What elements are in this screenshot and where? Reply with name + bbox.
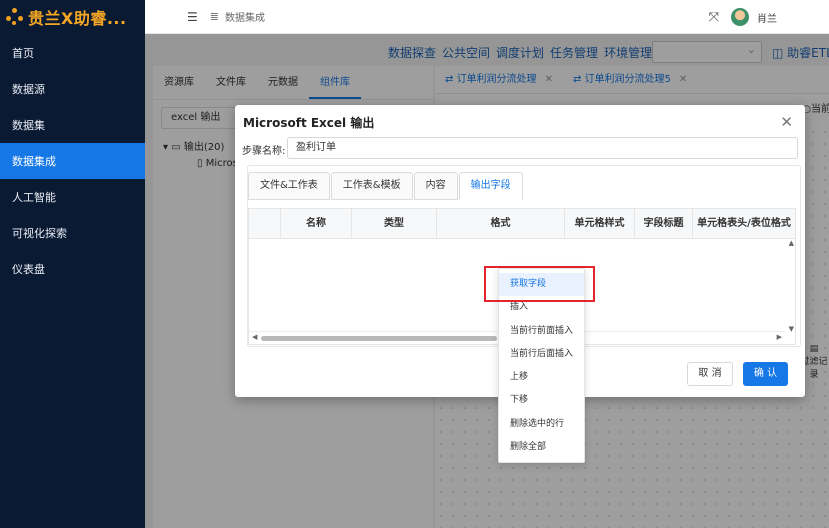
sidebar-item-visual-explore[interactable]: 可视化探索 bbox=[0, 215, 145, 251]
menu-delete-selected[interactable]: 删除选中的行 bbox=[499, 413, 584, 436]
username[interactable]: 肖兰 bbox=[757, 10, 777, 25]
logo-icon bbox=[6, 8, 24, 26]
avatar[interactable] bbox=[731, 8, 749, 26]
cancel-button[interactable]: 取 消 bbox=[687, 362, 733, 386]
col-type[interactable]: 类型 bbox=[352, 209, 437, 238]
menu-insert-before[interactable]: 当前行前面插入 bbox=[499, 320, 584, 343]
highlight-box bbox=[484, 266, 595, 302]
close-icon[interactable]: ✕ bbox=[780, 113, 793, 131]
sidebar: 贵兰X助睿... 首页 数据源 数据集 数据集成 人工智能 可视化探索 仪表盘 bbox=[0, 0, 145, 528]
menu-move-down[interactable]: 下移 bbox=[499, 389, 584, 412]
scroll-left-icon[interactable]: ◀ bbox=[252, 333, 257, 341]
app-title: 贵兰X助睿... bbox=[28, 9, 127, 28]
tab-sheet-template[interactable]: 工作表&模板 bbox=[330, 172, 413, 200]
vertical-scrollbar[interactable]: ▲ ▼ bbox=[785, 239, 795, 333]
sidebar-item-ai[interactable]: 人工智能 bbox=[0, 179, 145, 215]
tab-output-fields[interactable]: 输出字段 bbox=[458, 172, 523, 200]
scroll-up-icon[interactable]: ▲ bbox=[789, 239, 794, 247]
sidebar-item-dataset[interactable]: 数据集 bbox=[0, 107, 145, 143]
col-name[interactable]: 名称 bbox=[281, 209, 352, 238]
col-cell-style[interactable]: 单元格样式 bbox=[565, 209, 635, 238]
app-logo[interactable]: 贵兰X助睿... bbox=[0, 0, 145, 34]
sidebar-item-home[interactable]: 首页 bbox=[0, 35, 145, 71]
confirm-button[interactable]: 确 认 bbox=[743, 362, 788, 386]
scroll-right-icon[interactable]: ▶ bbox=[777, 333, 782, 341]
step-name-label: 步骤名称: bbox=[242, 146, 286, 157]
menu-fold-icon[interactable]: ☰ bbox=[187, 10, 198, 24]
menu-move-up[interactable]: 上移 bbox=[499, 366, 584, 389]
menu-delete-all[interactable]: 删除全部 bbox=[499, 436, 584, 459]
sidebar-item-datasource[interactable]: 数据源 bbox=[0, 71, 145, 107]
table-header: 名称 类型 格式 单元格样式 字段标题 单元格表头/表位格式 bbox=[249, 209, 795, 239]
database-icon: ≣ bbox=[209, 10, 219, 23]
sidebar-item-data-integration[interactable]: 数据集成 bbox=[0, 143, 145, 179]
sidebar-item-dashboard[interactable]: 仪表盘 bbox=[0, 251, 145, 287]
col-field-title[interactable]: 字段标题 bbox=[635, 209, 693, 238]
fullscreen-icon[interactable]: ⤧ bbox=[709, 10, 719, 25]
tab-file-sheet[interactable]: 文件&工作表 bbox=[248, 172, 330, 200]
col-index bbox=[249, 209, 281, 238]
breadcrumb: 数据集成 bbox=[224, 13, 265, 24]
menu-insert-after[interactable]: 当前行后面插入 bbox=[499, 343, 584, 366]
step-name-input[interactable]: 盈利订单 bbox=[287, 137, 798, 159]
dialog-title: Microsoft Excel 输出 bbox=[243, 116, 375, 130]
top-header: ☰ ≣ 数据集成 ⤧ 肖兰 bbox=[145, 0, 829, 34]
col-header-format[interactable]: 单元格表头/表位格式 bbox=[693, 209, 795, 238]
scroll-down-icon[interactable]: ▼ bbox=[789, 325, 794, 333]
tab-content[interactable]: 内容 bbox=[413, 172, 458, 200]
col-format[interactable]: 格式 bbox=[437, 209, 565, 238]
scroll-thumb[interactable] bbox=[261, 336, 497, 341]
